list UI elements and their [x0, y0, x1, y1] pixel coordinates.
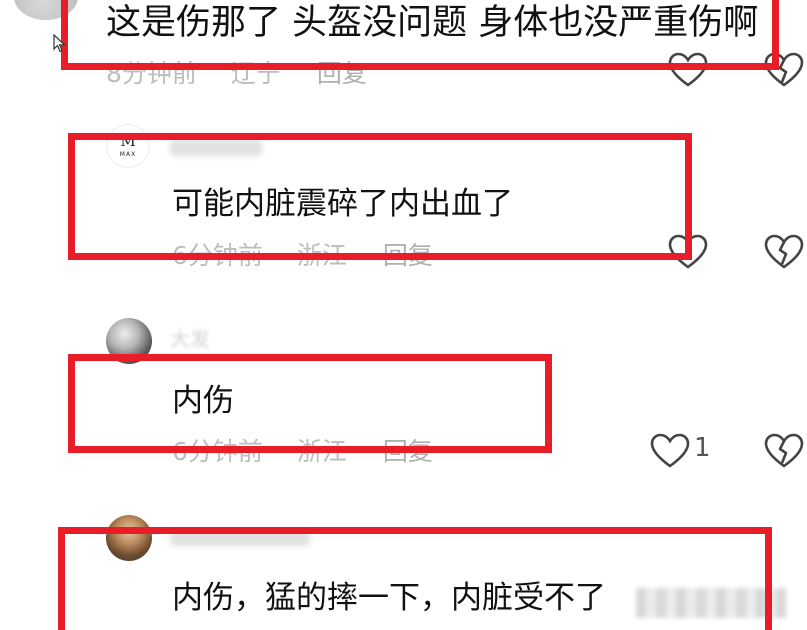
comment-meta: 6分钟前 浙江 回复 [172, 432, 433, 468]
avatar[interactable] [14, 0, 78, 20]
broken-heart-icon[interactable] [764, 52, 804, 88]
avatar-logo-letter: M [120, 132, 136, 150]
comment-meta: 6分钟前 浙江 回复 [172, 236, 433, 272]
username[interactable]: 大发 [170, 323, 210, 352]
comment-text: 可能内脏震碎了内出血了 [172, 186, 513, 222]
avatar[interactable] [106, 318, 152, 364]
comment-location: 辽宁 [230, 59, 281, 88]
comment-text: 内伤，猛的摔一下，内脏受不了 [172, 580, 606, 616]
heart-outline-icon[interactable] [650, 433, 690, 469]
reply-button[interactable]: 回复 [317, 54, 367, 90]
comment-location: 浙江 [296, 437, 347, 466]
comment-time: 8分钟前 [106, 59, 197, 88]
comment-time: 6分钟前 [172, 241, 263, 270]
avatar-logo-text: MAX [119, 151, 137, 158]
heart-outline-icon[interactable] [668, 52, 708, 88]
like-count: 1 [694, 433, 711, 463]
comment-location: 浙江 [296, 241, 347, 270]
mosaic-blur [636, 588, 786, 618]
heart-outline-icon[interactable] [668, 234, 708, 270]
comment-text: 内伤 [172, 383, 234, 419]
reply-button[interactable]: 回复 [383, 432, 433, 468]
comment-text: 这是伤那了 头盔没问题 身体也没严重伤啊 [106, 3, 759, 43]
comment-meta: 8分钟前 辽宁 回复 [106, 54, 367, 90]
avatar[interactable]: M MAX [106, 124, 150, 168]
username-blurred[interactable] [170, 530, 310, 546]
comment-list: 这是伤那了 头盔没问题 身体也没严重伤啊 8分钟前 辽宁 回复 M MAX 可能… [0, 0, 807, 630]
username-blurred[interactable] [170, 140, 262, 156]
reply-button[interactable]: 回复 [383, 236, 433, 272]
broken-heart-icon[interactable] [764, 433, 804, 469]
avatar[interactable] [106, 515, 152, 561]
mouse-cursor-icon [53, 34, 67, 53]
comment-time: 6分钟前 [172, 437, 263, 466]
broken-heart-icon[interactable] [764, 234, 804, 270]
